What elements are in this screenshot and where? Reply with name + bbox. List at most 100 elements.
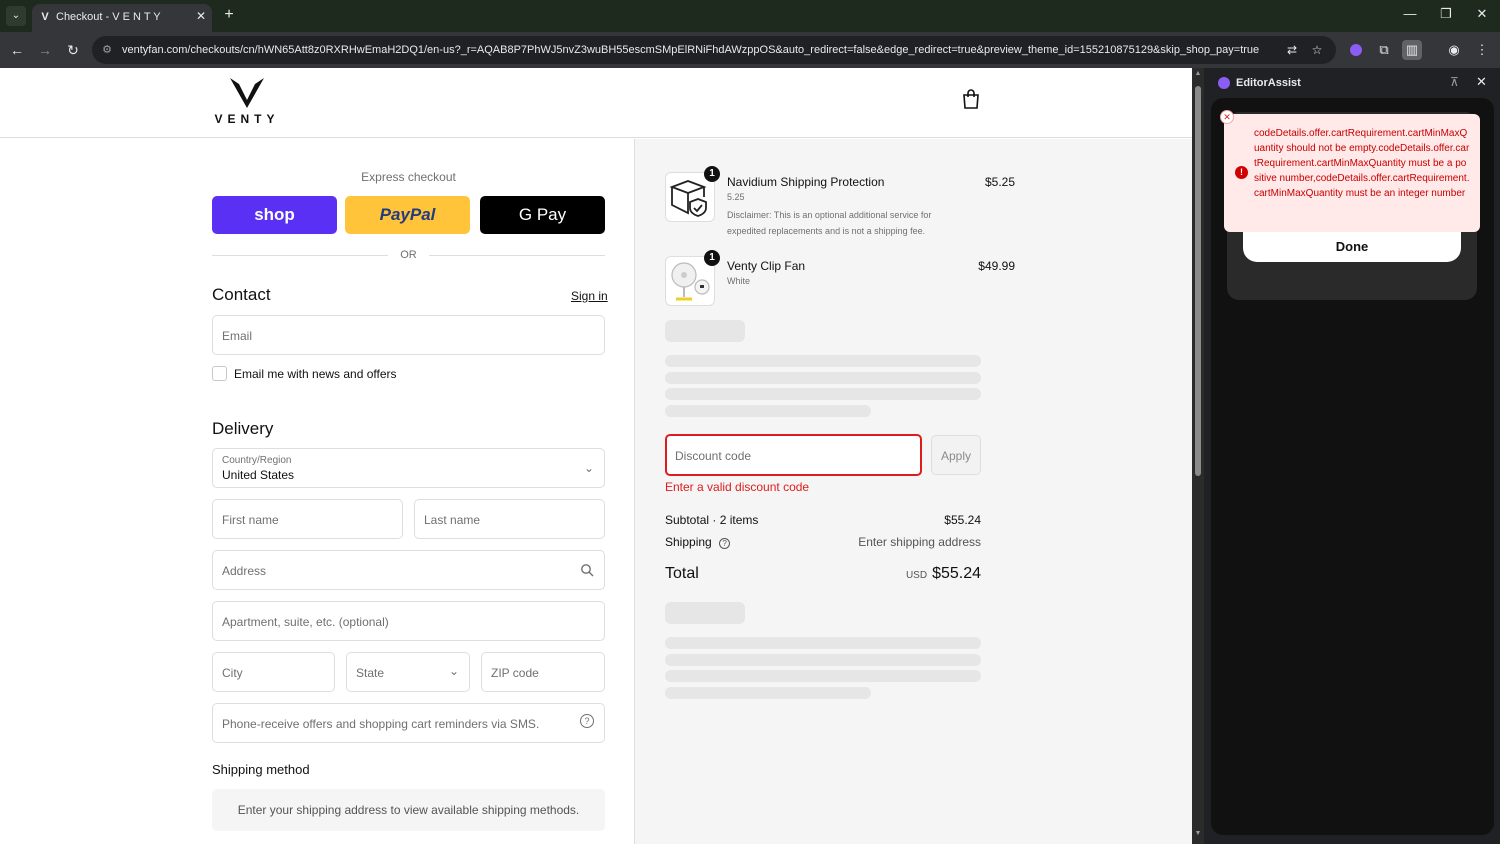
email-placeholder: Email <box>222 329 253 343</box>
apply-discount-button[interactable]: Apply <box>931 435 981 475</box>
item-name: Navidium Shipping Protection <box>727 175 885 189</box>
checkout-form-column: Express checkout shop PayPal G Pay OR Co… <box>0 139 634 844</box>
venty-logo-mark-icon <box>230 78 264 108</box>
address-placeholder: Address <box>222 564 267 578</box>
discount-placeholder: Discount code <box>675 449 752 463</box>
item-price: $49.99 <box>978 259 1015 273</box>
state-placeholder: State <box>356 666 385 680</box>
city-field[interactable]: City <box>212 652 335 692</box>
delivery-heading: Delivery <box>212 419 274 438</box>
total-row: Total USD $55.24 <box>665 565 981 583</box>
phone-field[interactable]: Phone-receive offers and shopping cart r… <box>212 703 605 743</box>
scroll-down-arrow-icon[interactable]: ▼ <box>1192 830 1204 837</box>
url-text[interactable]: ventyfan.com/checkouts/cn/hWN65Att8z0RXR… <box>122 44 1272 56</box>
shipping-row: Shipping ? Enter shipping address <box>665 535 981 549</box>
quantity-badge: 1 <box>704 250 720 266</box>
extensions-puzzle-icon[interactable]: ⧉ <box>1374 40 1394 60</box>
venty-logo[interactable]: VENTY <box>212 76 282 126</box>
loading-skeleton <box>665 637 981 649</box>
toast-close-icon[interactable]: ✕ <box>1220 110 1234 124</box>
divider-line <box>429 255 605 256</box>
shopping-bag-icon[interactable] <box>960 88 982 110</box>
country-label: Country/Region <box>222 455 292 466</box>
address-field[interactable]: Address <box>212 550 605 590</box>
new-tab-plus-icon[interactable]: + <box>220 6 238 24</box>
side-panel-body: Done ✕ ! codeDetails.offer.cartRequireme… <box>1211 98 1494 835</box>
chevron-down-icon: ⌄ <box>583 461 594 475</box>
side-panel-icon[interactable]: ▥ <box>1402 40 1422 60</box>
loading-skeleton <box>665 388 981 400</box>
email-field[interactable]: Email <box>212 315 605 355</box>
shipping-method-heading: Shipping method <box>212 762 310 777</box>
shipping-method-message: Enter your shipping address to view avai… <box>212 789 605 831</box>
paypal-button[interactable]: PayPal <box>345 196 470 234</box>
loading-skeleton <box>665 670 981 682</box>
side-panel-header: EditorAssist ⊼ ✕ <box>1204 68 1500 98</box>
profile-avatar-icon[interactable]: ◉ <box>1444 40 1464 60</box>
item-description: Disclaimer: This is an optional addition… <box>727 210 932 236</box>
news-offers-checkbox[interactable] <box>212 366 227 381</box>
express-checkout-title: Express checkout <box>361 170 456 184</box>
last-name-placeholder: Last name <box>424 513 481 527</box>
news-offers-label[interactable]: Email me with news and offers <box>234 367 397 381</box>
error-alert-icon: ! <box>1235 166 1248 179</box>
translate-icon[interactable]: ⇄ <box>1284 42 1300 58</box>
google-pay-button[interactable]: G Pay <box>480 196 605 234</box>
country-select[interactable]: Country/Region United States ⌄ <box>212 448 605 488</box>
venty-favicon-icon: V <box>41 11 49 23</box>
zip-field[interactable]: ZIP code <box>481 652 605 692</box>
extension-purple-icon[interactable] <box>1346 40 1366 60</box>
subtotal-label: Subtotal · 2 items <box>665 513 759 527</box>
checkout-page: VENTY Express checkout shop PayPal G Pay… <box>0 68 1192 844</box>
item-price: $5.25 <box>984 175 1015 189</box>
bookmark-star-icon[interactable]: ☆ <box>1309 42 1325 58</box>
tab-search-chevron-icon[interactable]: ⌄ <box>6 6 26 26</box>
subtotal-row: Subtotal · 2 items $55.24 <box>665 513 981 527</box>
last-name-field[interactable]: Last name <box>414 499 605 539</box>
apartment-placeholder: Apartment, suite, etc. (optional) <box>222 615 389 629</box>
discount-code-input[interactable]: Discount code <box>665 434 922 476</box>
side-panel-close-icon[interactable]: ✕ <box>1476 74 1487 90</box>
sign-in-link[interactable]: Sign in <box>571 289 608 303</box>
shipping-help-icon[interactable]: ? <box>719 538 731 549</box>
loading-skeleton <box>665 405 871 417</box>
scroll-up-arrow-icon[interactable]: ▲ <box>1192 70 1204 77</box>
forward-arrow-icon[interactable]: → <box>35 40 55 60</box>
pin-icon[interactable]: ⊼ <box>1450 75 1459 89</box>
shop-pay-button[interactable]: shop <box>212 196 337 234</box>
browser-tab-bar: ⌄ V Checkout - V E N T Y ✕ + — ❐ ✕ <box>0 0 1500 32</box>
window-close-icon[interactable]: ✕ <box>1468 6 1496 22</box>
done-button[interactable]: Done <box>1243 232 1461 262</box>
state-select[interactable]: State ⌄ <box>346 652 470 692</box>
store-header: VENTY <box>0 68 1192 138</box>
back-arrow-icon[interactable]: ← <box>7 40 27 60</box>
address-bar[interactable]: ⚙ ventyfan.com/checkouts/cn/hWN65Att8z0R… <box>92 36 1336 64</box>
first-name-field[interactable]: First name <box>212 499 403 539</box>
shipping-label: Shipping <box>665 535 712 549</box>
first-name-placeholder: First name <box>222 513 279 527</box>
reload-icon[interactable]: ↻ <box>63 40 83 60</box>
currency-code: USD <box>905 570 928 581</box>
page-scrollbar[interactable]: ▲ ▼ <box>1192 68 1204 844</box>
scrollbar-thumb[interactable] <box>1195 86 1201 476</box>
browser-tab[interactable]: V Checkout - V E N T Y ✕ <box>32 4 212 32</box>
tab-title: Checkout - V E N T Y <box>56 11 161 23</box>
discount-error-message: Enter a valid discount code <box>665 480 810 494</box>
or-divider: OR <box>212 247 605 263</box>
side-panel-title: EditorAssist <box>1236 77 1301 89</box>
side-panel: EditorAssist ⊼ ✕ Done ✕ ! codeDetails.of… <box>1204 68 1500 844</box>
restore-icon[interactable]: ❐ <box>1432 6 1460 22</box>
loading-skeleton <box>665 602 745 624</box>
chrome-menu-icon[interactable]: ⋮ <box>1472 40 1492 60</box>
minimize-icon[interactable]: — <box>1396 6 1424 21</box>
apartment-field[interactable]: Apartment, suite, etc. (optional) <box>212 601 605 641</box>
shipping-value: Enter shipping address <box>858 535 981 549</box>
help-question-icon[interactable]: ? <box>580 714 594 728</box>
item-variant: 5.25 <box>727 192 745 202</box>
site-info-icon[interactable]: ⚙ <box>100 43 114 57</box>
loading-skeleton <box>665 372 981 384</box>
chevron-down-icon: ⌄ <box>448 664 459 678</box>
tab-close-icon[interactable]: ✕ <box>196 9 206 23</box>
error-toast: ✕ ! codeDetails.offer.cartRequirement.ca… <box>1220 110 1480 232</box>
contact-heading: Contact <box>212 285 271 304</box>
